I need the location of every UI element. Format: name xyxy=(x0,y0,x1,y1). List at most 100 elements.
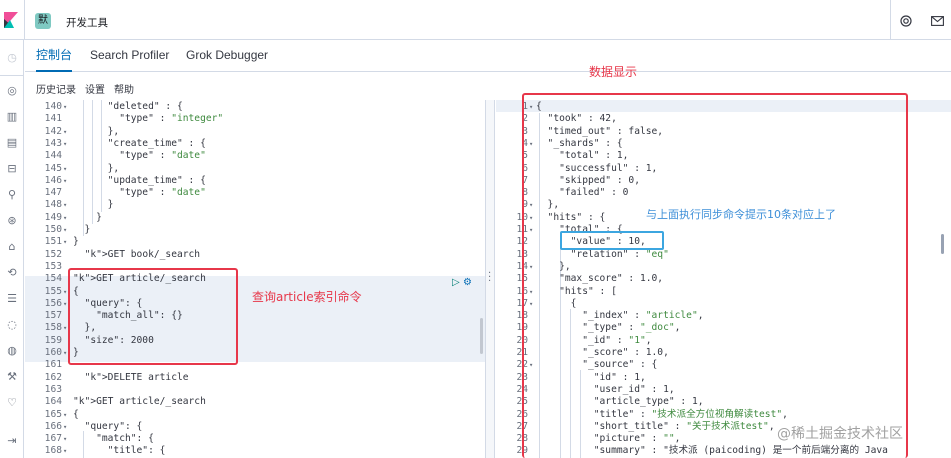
line-number: 167 xyxy=(44,433,62,445)
fold-toggle[interactable]: ▾ xyxy=(63,236,67,248)
code-line: "type" : "date" xyxy=(73,187,206,199)
line-number: 144 xyxy=(44,150,62,162)
apm-icon[interactable]: ☰ xyxy=(4,291,20,307)
line-number: 165 xyxy=(44,408,62,420)
line-number: 160 xyxy=(44,347,62,358)
siem-icon[interactable]: ◍ xyxy=(4,343,20,359)
kibana-logo-icon[interactable] xyxy=(4,12,18,28)
side-navigation: ◷ ◎ ▥ ▤ ⊟ ⚲ ⊛ ⌂ ⟲ ☰ ◌ ◍ ⚒ ♡ ⇥ xyxy=(0,40,24,458)
fold-toggle[interactable]: ▾ xyxy=(63,138,67,150)
line-number: 161 xyxy=(44,359,62,371)
code-line: "match": { xyxy=(73,433,154,445)
infra-icon[interactable]: ⌂ xyxy=(4,239,20,255)
code-line: { xyxy=(73,408,79,420)
settings-link[interactable]: 设置 xyxy=(85,81,105,96)
fold-toggle[interactable]: ▾ xyxy=(63,322,67,334)
line-number: 142 xyxy=(44,125,62,137)
line-number: 141 xyxy=(44,113,62,125)
dev-tools-tabs: 控制台 Search Profiler Grok Debugger xyxy=(25,40,951,72)
line-number: 145 xyxy=(44,162,62,174)
line-number: 155 xyxy=(44,285,62,297)
dashboard-icon[interactable]: ▤ xyxy=(4,135,20,151)
hits-total-value-highlight xyxy=(560,231,664,250)
history-link[interactable]: 历史记录 xyxy=(36,81,76,96)
code-line: "k">GET book/_search xyxy=(84,248,201,260)
code-line: "update_time" : { xyxy=(73,174,206,186)
code-line: } xyxy=(73,199,114,211)
query-command-annotation: 查询article索引命令 xyxy=(252,290,362,304)
collapse-nav-icon[interactable]: ⇥ xyxy=(4,433,20,449)
code-line: "query": { xyxy=(73,420,143,432)
code-line: "create_time" : { xyxy=(73,137,206,149)
space-avatar[interactable]: 默 xyxy=(35,13,51,29)
request-settings-wrench-icon[interactable]: ⚙ xyxy=(463,277,472,289)
fold-toggle[interactable]: ▾ xyxy=(63,286,67,298)
dev-tools-wrench-icon[interactable]: ⚒ xyxy=(4,369,20,385)
line-number: 166 xyxy=(44,420,62,432)
code-line: "deleted" : { xyxy=(73,101,183,112)
monitoring-heart-icon[interactable]: ♡ xyxy=(4,395,20,411)
help-link[interactable]: 帮助 xyxy=(114,81,134,96)
maps-icon[interactable]: ⚲ xyxy=(4,187,20,203)
visualize-chart-icon[interactable]: ▥ xyxy=(4,109,20,125)
code-line: "k">DELETE article xyxy=(84,371,189,383)
tab-console[interactable]: 控制台 xyxy=(36,40,73,72)
recent-clock-icon[interactable]: ◷ xyxy=(4,50,20,66)
logs-icon[interactable]: ⟲ xyxy=(4,265,20,281)
fold-toggle[interactable]: ▾ xyxy=(63,445,67,457)
fold-toggle[interactable]: ▾ xyxy=(63,126,67,138)
fold-toggle[interactable]: ▾ xyxy=(63,199,67,211)
fold-toggle[interactable]: ▾ xyxy=(63,163,67,175)
data-display-annotation: 数据显示 xyxy=(589,65,638,79)
fold-toggle[interactable]: ▾ xyxy=(63,212,67,224)
line-number: 150 xyxy=(44,224,62,235)
data-display-highlight-box xyxy=(522,93,908,458)
divider xyxy=(0,75,24,76)
ml-icon[interactable]: ⊛ xyxy=(4,213,20,229)
line-number: 140 xyxy=(44,101,62,112)
discover-compass-icon[interactable]: ◎ xyxy=(4,83,20,99)
code-line: "type" : "date" xyxy=(73,150,206,162)
line-number: 146 xyxy=(44,174,62,186)
fold-toggle[interactable]: ▾ xyxy=(63,224,67,236)
page-title: 开发工具 xyxy=(66,17,108,29)
code-line: "title": { xyxy=(73,445,166,457)
fold-toggle[interactable]: ▾ xyxy=(63,347,67,359)
run-request-play-icon[interactable]: ▷ xyxy=(452,277,460,289)
code-line: } xyxy=(73,224,91,235)
fold-toggle[interactable]: ▾ xyxy=(63,421,67,433)
fold-toggle[interactable]: ▾ xyxy=(63,409,67,421)
tab-search-profiler[interactable]: Search Profiler xyxy=(90,40,169,72)
panel-resizer[interactable]: · · · xyxy=(485,100,495,458)
resizer-handle-dots: · · · xyxy=(488,268,492,287)
help-lifebuoy-icon[interactable] xyxy=(900,15,912,27)
editor-scrollbar[interactable] xyxy=(480,318,483,354)
uptime-icon[interactable]: ◌ xyxy=(4,317,20,333)
mail-icon[interactable] xyxy=(931,16,944,26)
code-line: "type" : "integer" xyxy=(73,113,224,125)
watermark: @稀土掘金技术社区 xyxy=(777,426,903,442)
line-number: 164 xyxy=(44,396,62,408)
query-command-highlight-box xyxy=(68,268,238,365)
fold-toggle[interactable]: ▾ xyxy=(63,433,67,445)
fold-toggle[interactable]: ▾ xyxy=(63,101,67,113)
line-number: 143 xyxy=(44,137,62,149)
fold-toggle[interactable]: ▾ xyxy=(63,298,67,310)
tab-grok-debugger[interactable]: Grok Debugger xyxy=(186,40,268,72)
line-number: 154 xyxy=(44,273,62,285)
line-number: 152 xyxy=(44,248,62,260)
line-number: 149 xyxy=(44,211,62,223)
canvas-icon[interactable]: ⊟ xyxy=(4,161,20,177)
fold-toggle[interactable]: ▾ xyxy=(63,175,67,187)
code-line: "k">GET article/_search xyxy=(73,396,206,408)
top-header: 默 开发工具 xyxy=(0,0,951,40)
code-line: }, xyxy=(73,125,120,137)
divider xyxy=(24,0,25,40)
line-number: 153 xyxy=(44,260,62,272)
line-number: 151 xyxy=(44,236,62,248)
line-number: 168 xyxy=(44,445,62,457)
line-number: 162 xyxy=(44,371,62,383)
response-scrollbar[interactable] xyxy=(941,234,944,254)
line-number: 159 xyxy=(44,334,62,346)
divider xyxy=(890,0,891,40)
